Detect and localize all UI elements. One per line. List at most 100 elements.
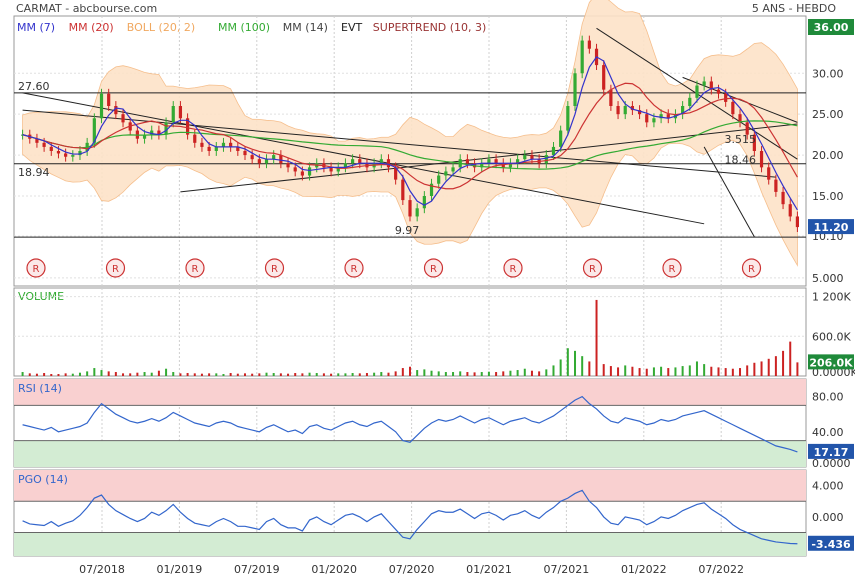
price-y-tick: 15.00 (812, 190, 844, 203)
volume-bar (660, 366, 663, 376)
price-y-tick: 5.000 (812, 272, 844, 285)
volume-bar (358, 373, 361, 376)
volume-bar (258, 373, 261, 376)
candle-body (250, 155, 254, 160)
volume-bar (172, 372, 175, 376)
candle-body (795, 216, 800, 228)
volume-bar (595, 299, 598, 376)
event-marker-label: R (589, 264, 596, 275)
candle-body (716, 89, 721, 94)
volume-bar (330, 373, 333, 376)
volume-bar (617, 367, 620, 376)
x-tick-label: 01/2022 (621, 563, 667, 576)
volume-bar (236, 373, 239, 376)
candle-body (645, 114, 649, 123)
x-tick-label: 01/2020 (311, 563, 357, 576)
candle-body (293, 167, 297, 172)
candle-body (164, 122, 168, 135)
candle-body (566, 106, 570, 131)
volume-bar (179, 373, 182, 376)
annotation-target: 18.46 (724, 153, 756, 166)
volume-bar (21, 372, 24, 376)
candle-body (494, 159, 498, 164)
volume-bar (423, 369, 426, 376)
candle-body (559, 130, 563, 147)
candle-body (465, 159, 469, 164)
volume-bar (401, 368, 404, 376)
volume-bar (667, 368, 670, 376)
volume-bar (530, 370, 533, 376)
volume-bar (35, 373, 38, 376)
candle-body (408, 200, 412, 217)
legend-entry: BOLL (20, 2) (127, 21, 195, 34)
volume-bar (78, 372, 81, 376)
candle-body (71, 155, 75, 157)
candle-body (415, 208, 419, 217)
volume-bar (380, 372, 383, 376)
candle-body (207, 146, 211, 151)
volume-bar (487, 371, 490, 376)
pgo-last-label: -3.436 (811, 538, 851, 551)
rsi-y-tick: 0.0000 (812, 457, 851, 470)
volume-bar (746, 365, 749, 376)
candle-body (451, 167, 455, 172)
candle-body (379, 159, 383, 164)
event-marker-label: R (271, 264, 278, 275)
volume-bar (272, 373, 275, 376)
volume-bar (538, 371, 541, 376)
volume-bar (631, 366, 634, 376)
pgo-oversold-zone (14, 532, 806, 556)
volume-title: VOLUME (18, 290, 64, 303)
volume-bar (609, 366, 612, 376)
pgo-overbought-zone (14, 470, 806, 502)
volume-bar (150, 372, 153, 376)
candle-body (544, 155, 548, 164)
volume-bar (365, 373, 368, 376)
candle-body (56, 151, 61, 154)
volume-bar (251, 373, 254, 376)
volume-bar (344, 373, 347, 376)
volume-bar (452, 372, 455, 376)
volume-bar (243, 373, 246, 376)
volume-bar (143, 372, 146, 376)
volume-bar (566, 348, 569, 376)
candle-body (114, 106, 118, 115)
candle-body (121, 114, 125, 123)
candle-body (652, 118, 656, 123)
chart-root: CARMAT - abcbourse.com 5 ANS - HEBDO 07/… (0, 0, 855, 580)
volume-bar (559, 359, 562, 376)
volume-bar (645, 368, 648, 376)
volume-bar (57, 374, 60, 376)
x-tick-label: 07/2020 (389, 563, 435, 576)
legend-entry: SUPERTREND (10, 3) (373, 21, 487, 34)
pgo-title: PGO (14) (18, 473, 68, 486)
stock-chart[interactable]: 07/2018 01/2019 07/2019 01/2020 07/2020 01/20… (0, 0, 855, 580)
event-marker-label: R (430, 264, 437, 275)
volume-bar (165, 368, 168, 376)
legend-entry: MM (7) (17, 21, 55, 34)
candle-body (279, 155, 283, 164)
volume-bar (215, 373, 218, 376)
volume-bar (208, 373, 211, 376)
volume-bar (789, 341, 792, 376)
volume-bar (437, 371, 440, 376)
price-label-top: 36.00 (814, 21, 849, 34)
volume-bar (315, 373, 318, 376)
event-marker-label: R (33, 264, 40, 275)
candle-body (264, 159, 269, 164)
volume-bar (588, 361, 591, 376)
volume-bar (430, 370, 433, 376)
volume-bar (308, 372, 311, 376)
candle-body (616, 106, 620, 115)
volume-bar (394, 371, 397, 376)
candle-body (487, 159, 491, 164)
volume-bar (688, 365, 691, 376)
volume-last-label: 206.0K (809, 356, 853, 369)
volume-bar (301, 373, 304, 376)
candle-body (731, 101, 735, 115)
legend-entry: MM (20) (69, 21, 114, 34)
legend-entry: MM (100) (218, 21, 270, 34)
volume-bar (674, 367, 677, 376)
candle-body (300, 171, 304, 176)
volume-bar (416, 370, 419, 376)
